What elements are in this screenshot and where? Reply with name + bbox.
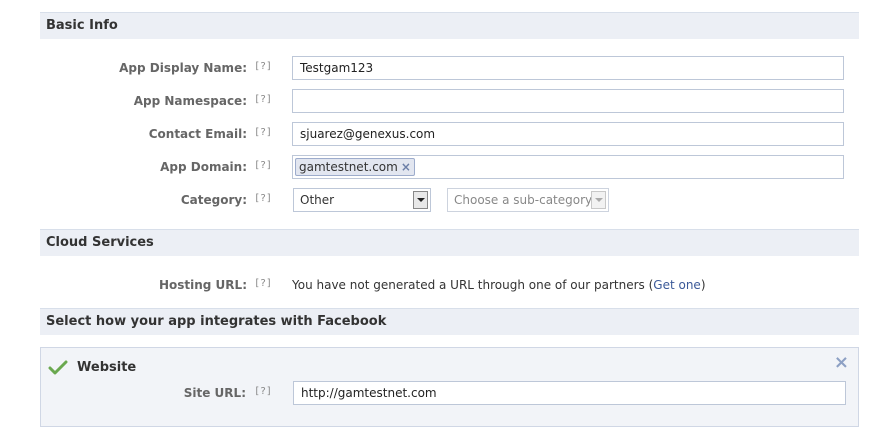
subcategory-select[interactable]: Choose a sub-category bbox=[447, 188, 609, 212]
help-icon[interactable]: [?] bbox=[254, 187, 272, 213]
website-panel: Website × Site URL: [?] http://gamtestne… bbox=[40, 347, 859, 427]
hosting-url-text: You have not generated a URL through one… bbox=[292, 278, 706, 292]
category-select[interactable]: Other bbox=[293, 188, 431, 212]
site-url-input[interactable]: http://gamtestnet.com bbox=[293, 381, 846, 405]
app-domain-input[interactable]: gamtestnet.com × bbox=[292, 155, 844, 179]
domain-token: gamtestnet.com × bbox=[295, 158, 415, 176]
row-category: Category: [?] Other Choose a sub-categor… bbox=[40, 187, 859, 213]
contact-email-input[interactable]: sjuarez@genexus.com bbox=[292, 122, 844, 146]
row-hosting-url: Hosting URL: [?] You have not generated … bbox=[40, 272, 859, 298]
section-title: Basic Info bbox=[46, 18, 118, 33]
chevron-down-icon bbox=[413, 191, 428, 209]
input-value: Testgam123 bbox=[300, 61, 374, 75]
website-title: Website bbox=[77, 360, 137, 375]
section-title: Cloud Services bbox=[46, 235, 154, 250]
field-label: Hosting URL: bbox=[158, 278, 247, 292]
section-header-basic-info: Basic Info bbox=[40, 12, 859, 39]
input-value: http://gamtestnet.com bbox=[301, 386, 437, 400]
close-icon[interactable]: × bbox=[834, 352, 849, 373]
subcategory-placeholder: Choose a sub-category bbox=[454, 193, 593, 207]
row-app-domain: App Domain: [?] gamtestnet.com × bbox=[40, 154, 859, 180]
help-icon[interactable]: [?] bbox=[254, 272, 272, 298]
field-label: App Domain: bbox=[160, 160, 247, 174]
remove-token-icon[interactable]: × bbox=[401, 160, 411, 174]
chevron-down-icon bbox=[591, 191, 606, 209]
section-header-integrations: Select how your app integrates with Face… bbox=[40, 308, 859, 335]
help-icon[interactable]: [?] bbox=[254, 55, 272, 81]
section-title: Select how your app integrates with Face… bbox=[46, 314, 387, 329]
field-label: App Namespace: bbox=[133, 94, 247, 108]
category-value: Other bbox=[300, 193, 335, 207]
help-icon[interactable]: [?] bbox=[254, 154, 272, 180]
app-namespace-input[interactable] bbox=[292, 89, 844, 113]
checkmark-icon bbox=[48, 360, 68, 375]
help-icon[interactable]: [?] bbox=[254, 88, 272, 114]
field-label: App Display Name: bbox=[119, 61, 247, 75]
field-label: Category: bbox=[180, 193, 247, 207]
site-url-label: Site URL: bbox=[183, 386, 246, 400]
row-app-display-name: App Display Name: [?] Testgam123 bbox=[40, 55, 859, 81]
help-icon[interactable]: [?] bbox=[254, 380, 272, 406]
field-label: Contact Email: bbox=[148, 127, 247, 141]
app-display-name-input[interactable]: Testgam123 bbox=[292, 56, 844, 80]
section-header-cloud-services: Cloud Services bbox=[40, 229, 859, 256]
input-value: sjuarez@genexus.com bbox=[300, 127, 436, 141]
row-contact-email: Contact Email: [?] sjuarez@genexus.com bbox=[40, 121, 859, 147]
domain-token-text: gamtestnet.com bbox=[299, 160, 398, 174]
help-icon[interactable]: [?] bbox=[254, 121, 272, 147]
get-one-link[interactable]: Get one bbox=[653, 278, 701, 292]
row-app-namespace: App Namespace: [?] bbox=[40, 88, 859, 114]
